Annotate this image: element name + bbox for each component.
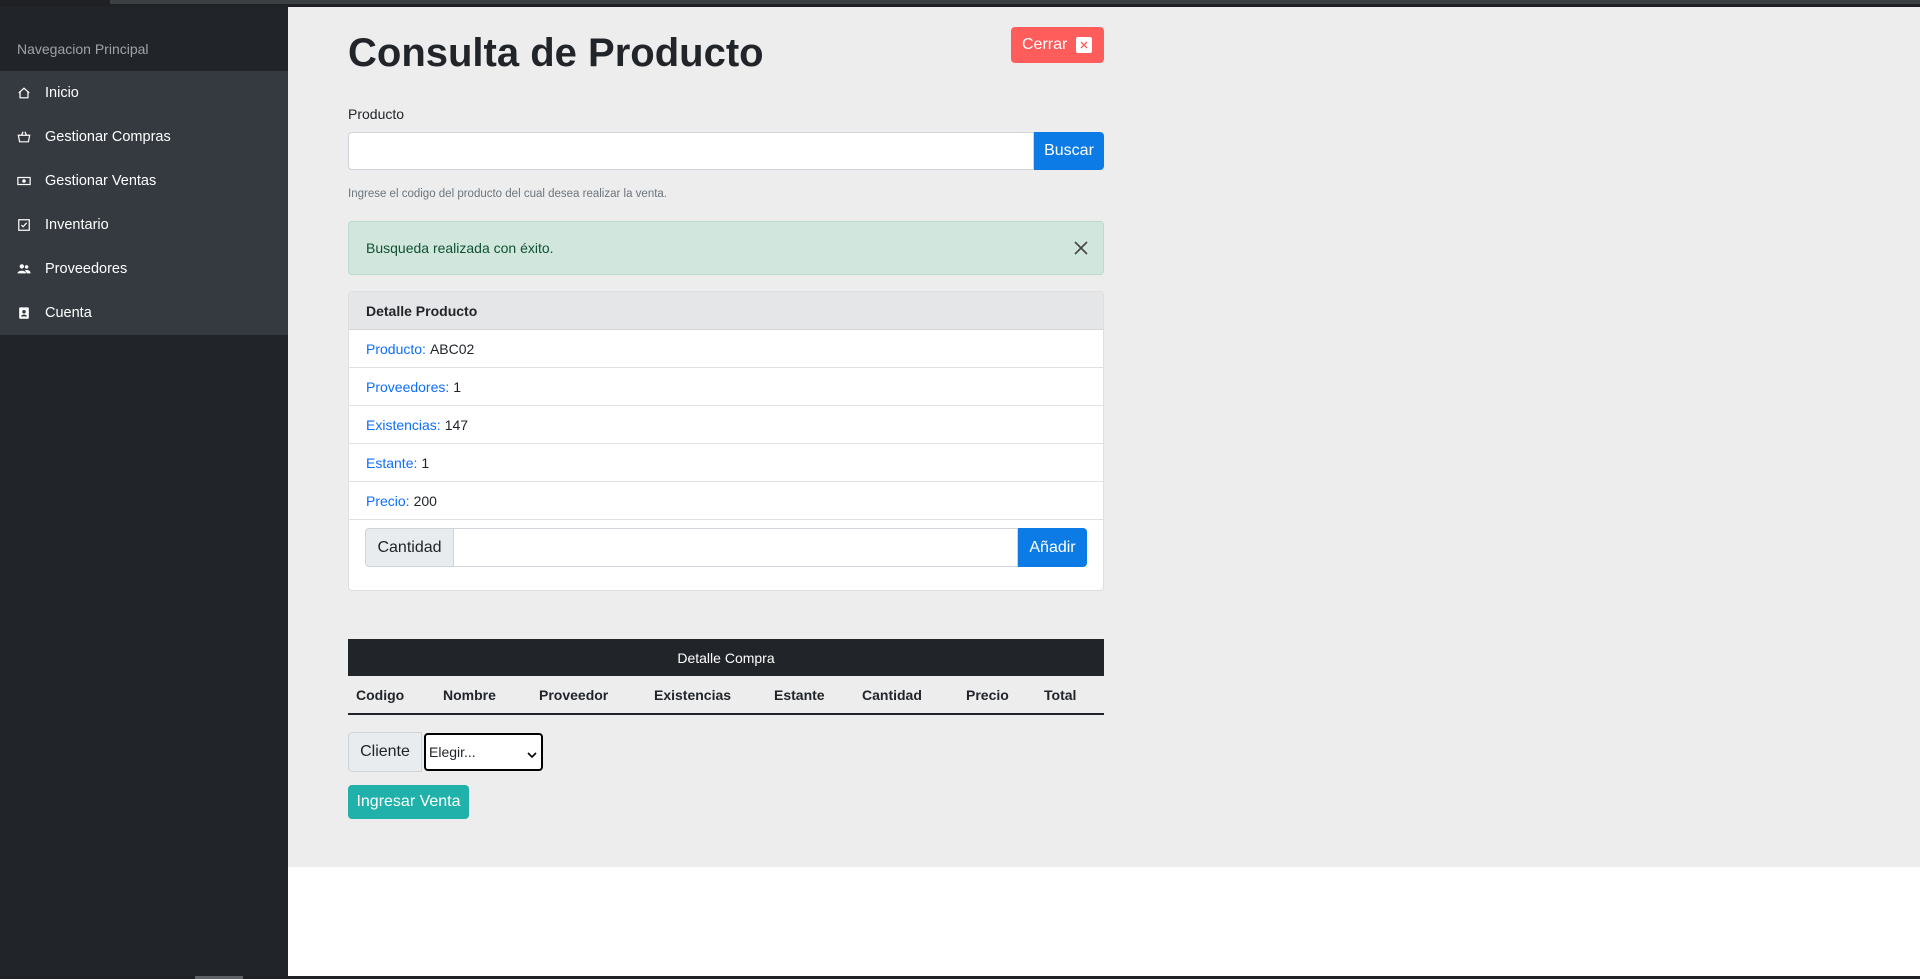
- product-field-label: Producto: [348, 106, 405, 122]
- detail-value: 1: [421, 454, 430, 471]
- search-button[interactable]: Buscar: [1034, 132, 1104, 170]
- browser-top-strip: [0, 0, 1920, 7]
- search-help-text: Ingrese el codigo del producto del cual …: [348, 188, 668, 200]
- cash-icon: [17, 174, 31, 188]
- detail-row-proveedores: Proveedores: 1: [349, 368, 1103, 406]
- detail-value: 1: [453, 378, 462, 395]
- sidebar-item-proveedores[interactable]: Proveedores: [0, 247, 288, 291]
- detail-key: Proveedores:: [366, 378, 450, 395]
- contact-card-icon: [17, 306, 31, 320]
- column-header-existencias: Existencias: [654, 686, 732, 703]
- column-header-proveedor: Proveedor: [539, 686, 609, 703]
- detail-value: 147: [444, 416, 469, 433]
- column-header-codigo: Codigo: [356, 686, 405, 703]
- detail-value: 200: [413, 492, 437, 509]
- table-header-row: Codigo Nombre Proveedor Existencias Esta…: [348, 676, 1104, 715]
- quantity-input-group: Cantidad Añadir: [365, 528, 1087, 567]
- basket-icon: [17, 130, 31, 144]
- sidebar-item-cuenta[interactable]: Cuenta: [0, 291, 288, 335]
- sidebar-item-inventario[interactable]: Inventario: [0, 203, 288, 247]
- detail-key: Existencias:: [366, 416, 441, 433]
- column-header-total: Total: [1044, 686, 1077, 703]
- detail-key: Estante:: [366, 454, 418, 471]
- sidebar-item-label: Inicio: [45, 85, 79, 101]
- close-button-label: Cerrar: [1022, 36, 1068, 53]
- close-button[interactable]: Cerrar: [1011, 27, 1104, 63]
- sidebar-heading: Navegacion Principal: [17, 41, 149, 57]
- sidebar-item-label: Gestionar Ventas: [45, 173, 157, 189]
- client-input-group: Cliente Elegir...: [348, 732, 543, 772]
- chevron-down-icon: [527, 747, 537, 759]
- client-select-value: Elegir...: [429, 744, 476, 760]
- detail-value: ABC02: [429, 340, 475, 357]
- home-icon: [17, 86, 31, 100]
- sidebar-item-label: Cuenta: [45, 305, 92, 321]
- add-button[interactable]: Añadir: [1018, 528, 1087, 567]
- quantity-label: Cantidad: [365, 528, 454, 567]
- sidebar-item-gestionar-compras[interactable]: Gestionar Compras: [0, 115, 288, 159]
- detail-key: Precio:: [366, 492, 410, 509]
- column-header-cantidad: Cantidad: [862, 686, 922, 703]
- sidebar-menu: Inicio Gestionar Compras Gestionar Venta…: [0, 71, 288, 335]
- quantity-input[interactable]: [454, 528, 1018, 567]
- table-caption: Detalle Compra: [348, 639, 1104, 676]
- alert-message: Busqueda realizada con éxito.: [366, 240, 554, 256]
- sidebar-item-gestionar-ventas[interactable]: Gestionar Ventas: [0, 159, 288, 203]
- client-label: Cliente: [348, 732, 422, 772]
- alert-close-icon[interactable]: [1073, 240, 1089, 256]
- submit-sale-button[interactable]: Ingresar Venta: [348, 785, 469, 819]
- sidebar-item-label: Inventario: [45, 217, 109, 233]
- sidebar-item-label: Gestionar Compras: [45, 129, 171, 145]
- column-header-precio: Precio: [966, 686, 1009, 703]
- detail-row-existencias: Existencias: 147: [349, 406, 1103, 444]
- success-alert: Busqueda realizada con éxito.: [348, 221, 1104, 275]
- detail-row-producto: Producto: ABC02: [349, 330, 1103, 368]
- detail-row-estante: Estante: 1: [349, 444, 1103, 482]
- column-header-estante: Estante: [774, 686, 825, 703]
- product-search-input[interactable]: [348, 132, 1034, 170]
- card-header: Detalle Producto: [349, 292, 1103, 330]
- close-icon: [1076, 37, 1093, 53]
- main-content: Consulta de Producto Cerrar Producto Bus…: [288, 7, 1920, 867]
- checklist-icon: [17, 218, 31, 232]
- purchase-table: Detalle Compra Codigo Nombre Proveedor E…: [348, 639, 1104, 715]
- sidebar: Navegacion Principal Inicio Gestionar Co…: [0, 7, 288, 976]
- detail-key: Producto:: [366, 340, 426, 357]
- users-icon: [17, 262, 31, 276]
- column-header-nombre: Nombre: [443, 686, 496, 703]
- client-select[interactable]: Elegir...: [424, 733, 543, 771]
- product-detail-card: Detalle Producto Producto: ABC02 Proveed…: [348, 291, 1104, 591]
- sidebar-item-label: Proveedores: [45, 261, 128, 277]
- detail-row-precio: Precio: 200: [349, 482, 1103, 520]
- sidebar-item-inicio[interactable]: Inicio: [0, 71, 288, 115]
- page-title: Consulta de Producto: [348, 31, 764, 75]
